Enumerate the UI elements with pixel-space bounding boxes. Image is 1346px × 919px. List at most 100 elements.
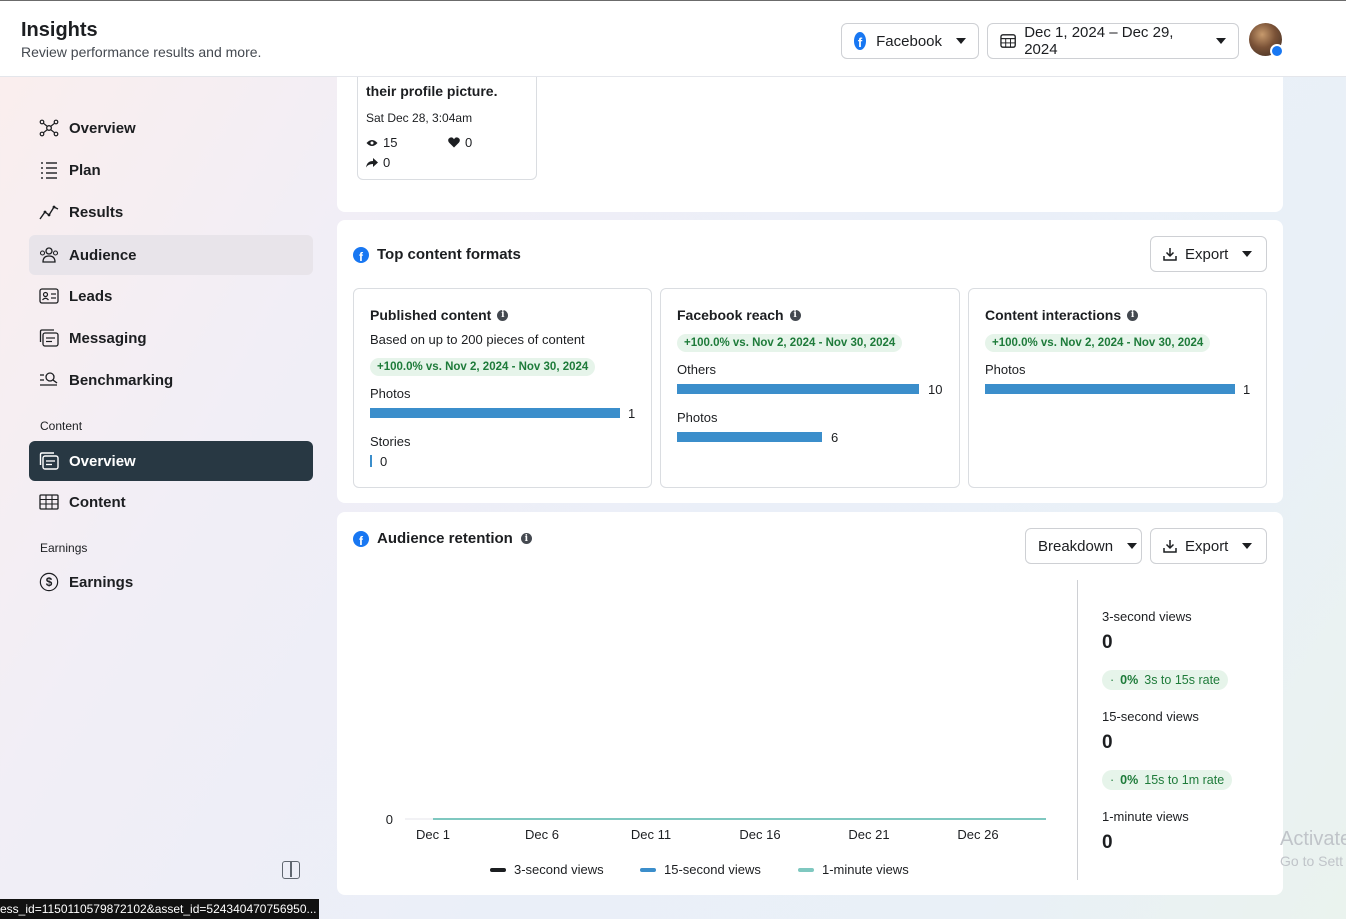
sidebar-item-benchmarking[interactable]: Benchmarking — [29, 360, 313, 400]
legend-item[interactable]: 3-second views — [490, 862, 604, 877]
chevron-down-icon — [1242, 543, 1253, 549]
sidebar-item-results[interactable]: Results — [29, 192, 313, 232]
rate-pct: 0% — [1120, 773, 1139, 787]
export-button[interactable]: Export — [1150, 528, 1267, 564]
sidebar-item-content-overview[interactable]: Overview — [29, 441, 313, 481]
stat-value: 0 — [1102, 832, 1113, 853]
page-title: Insights — [21, 19, 98, 41]
sidebar-item-label: Overview — [69, 452, 136, 470]
x-tick-label: Dec 11 — [631, 827, 671, 842]
sidebar-item-label: Benchmarking — [69, 371, 174, 389]
legend-label: 3-second views — [514, 862, 604, 877]
post-title: their profile picture. — [366, 83, 498, 99]
box-title-text: Content interactions — [985, 307, 1122, 323]
sidebar-item-earnings[interactable]: $ Earnings — [29, 562, 313, 602]
post-card[interactable]: their profile picture. Sat Dec 28, 3:04a… — [357, 60, 537, 180]
sidebar-item-plan[interactable]: Plan — [29, 150, 313, 190]
facebook-reach-title: Facebook reach i — [677, 307, 801, 323]
sidebar-item-label: Plan — [69, 161, 101, 179]
date-range-dropdown[interactable]: Dec 1, 2024 – Dec 29, 2024 — [987, 23, 1239, 59]
trend-line-icon — [39, 202, 59, 222]
legend-swatch — [490, 867, 506, 872]
sidebar-item-label: Messaging — [69, 329, 147, 347]
bar-value: 1 — [628, 406, 636, 421]
collapse-sidebar-icon[interactable] — [282, 861, 300, 879]
bar-label: Photos — [370, 386, 411, 401]
search-list-icon — [39, 370, 59, 390]
legend-item[interactable]: 1-minute views — [798, 862, 909, 877]
sidebar-item-label: Earnings — [69, 573, 134, 591]
rate-label: 3s to 15s rate — [1144, 673, 1220, 687]
info-icon[interactable]: i — [1127, 309, 1139, 321]
legend-label: 1-minute views — [822, 862, 909, 877]
bar-photos — [985, 384, 1235, 394]
date-range-label: Dec 1, 2024 – Dec 29, 2024 — [1024, 24, 1174, 58]
post-views-value: 15 — [383, 135, 398, 150]
retention-chart: 0 Dec 1 Dec 6 Dec 11 Dec 16 Dec 21 Dec 26 — [386, 812, 1046, 842]
profile-avatar[interactable] — [1249, 23, 1284, 58]
sidebar-item-label: Leads — [69, 287, 113, 305]
status-url-bar: ess_id=1150110579872102&asset_id=5243404… — [0, 899, 319, 919]
bar-value: 6 — [831, 430, 839, 445]
download-icon — [1163, 248, 1177, 261]
rate-badge: · 0% 3s to 15s rate — [1102, 670, 1228, 690]
section-title-text: Top content formats — [377, 246, 521, 263]
info-icon[interactable]: i — [497, 309, 509, 321]
published-content-box: Published content i Based on up to 200 p… — [353, 288, 652, 488]
facebook-badge-icon — [1270, 44, 1284, 58]
stat-label: 3-second views — [1102, 609, 1192, 624]
sidebar-item-leads[interactable]: Leads — [29, 276, 313, 316]
activate-watermark-sub: Go to Sett — [1280, 853, 1344, 869]
share-icon — [366, 157, 378, 167]
download-icon — [1163, 540, 1177, 553]
message-stack-icon — [39, 451, 59, 471]
info-icon[interactable]: i — [789, 309, 801, 321]
top-bar: Insights Review performance results and … — [0, 0, 1346, 77]
legend-item[interactable]: 15-second views — [640, 862, 761, 877]
list-icon — [39, 160, 59, 180]
chevron-down-icon — [956, 38, 966, 44]
eye-icon — [366, 139, 378, 146]
sidebar-item-label: Results — [69, 203, 124, 221]
section-title-text: Audience retention — [377, 530, 513, 547]
heart-icon — [448, 137, 460, 148]
stat-label: 1-minute views — [1102, 809, 1189, 824]
chevron-down-icon — [1216, 38, 1226, 44]
sidebar-item-content[interactable]: Content — [29, 482, 313, 522]
sidebar-item-overview[interactable]: Overview — [29, 108, 313, 148]
change-badge: +100.0% vs. Nov 2, 2024 - Nov 30, 2024 — [370, 358, 596, 376]
sidebar-item-audience[interactable]: Audience — [29, 235, 313, 275]
platform-dropdown[interactable]: f Facebook — [841, 23, 979, 59]
stat-value: 0 — [1102, 732, 1113, 753]
legend-swatch — [798, 867, 814, 872]
dollar-coin-icon: $ — [39, 572, 59, 592]
post-shares-value: 0 — [383, 155, 391, 170]
facebook-icon: f — [854, 32, 867, 50]
x-tick-label: Dec 1 — [416, 827, 450, 842]
facebook-reach-box: Facebook reach i +100.0% vs. Nov 2, 2024… — [660, 288, 960, 488]
export-label: Export — [1185, 245, 1229, 263]
export-button[interactable]: Export — [1150, 236, 1267, 272]
sidebar-section-earnings: Earnings — [40, 541, 88, 555]
rate-badge: · 0% 15s to 1m rate — [1102, 770, 1233, 790]
y-tick-label: 0 — [386, 812, 393, 827]
content-interactions-title: Content interactions i — [985, 307, 1139, 323]
top-content-formats-title: f Top content formats — [353, 246, 521, 263]
change-badge: +100.0% vs. Nov 2, 2024 - Nov 30, 2024 — [985, 334, 1211, 352]
info-icon[interactable]: i — [520, 533, 532, 544]
sidebar-item-label: Audience — [69, 246, 137, 264]
post-reactions: 0 — [448, 135, 472, 150]
box-title-text: Published content — [370, 307, 492, 323]
bar-label: Stories — [370, 434, 411, 449]
dot-icon: · — [1110, 673, 1115, 687]
sidebar-item-label: Content — [69, 493, 126, 511]
audience-retention-title: f Audience retention i — [353, 530, 532, 547]
bar-label: Others — [677, 362, 717, 377]
legend-label: 15-second views — [664, 862, 761, 877]
stat-value: 0 — [1102, 632, 1113, 653]
sidebar-item-messaging[interactable]: Messaging — [29, 318, 313, 358]
post-views: 15 — [366, 135, 397, 150]
breakdown-dropdown[interactable]: Breakdown — [1025, 528, 1142, 564]
export-label: Export — [1185, 537, 1229, 555]
post-date: Sat Dec 28, 3:04am — [366, 111, 473, 125]
